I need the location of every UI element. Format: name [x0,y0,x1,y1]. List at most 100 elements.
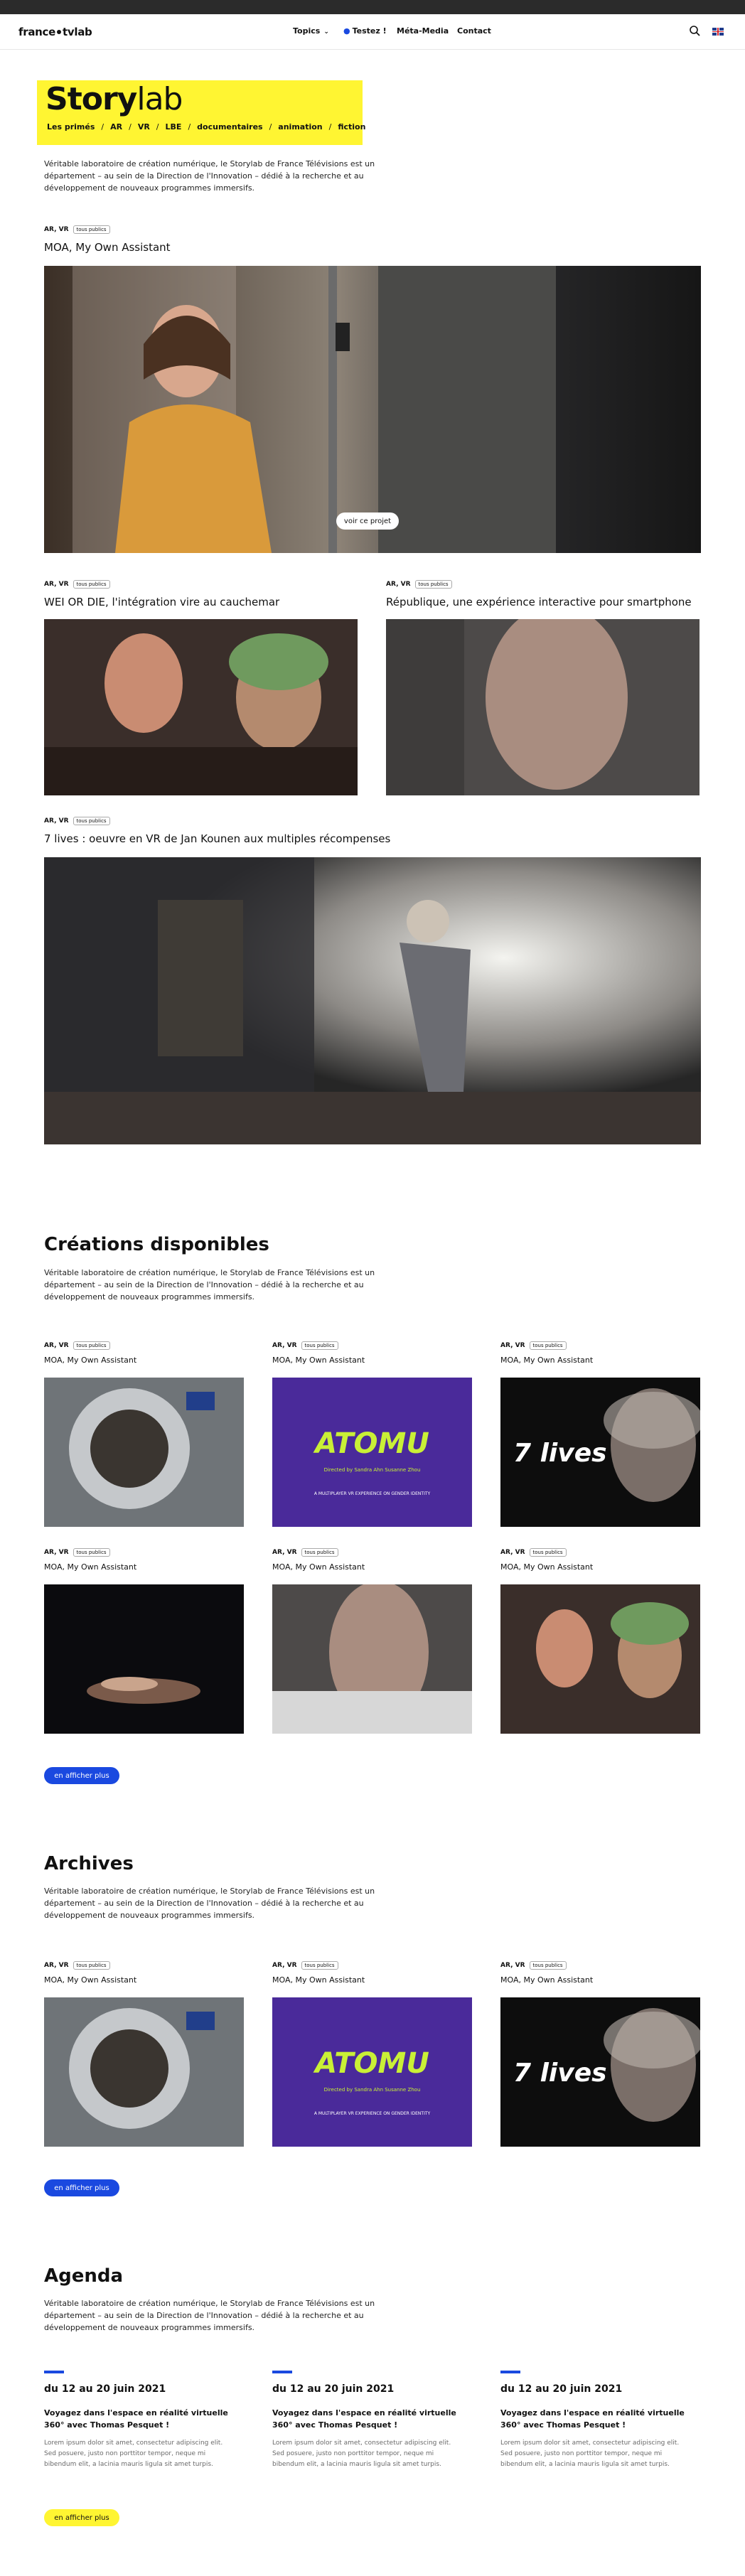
atomu-poster-subtitle: A MULTIPLAYER VR EXPERIENCE ON GENDER ID… [313,1491,431,1496]
project-title[interactable]: 7 lives : oeuvre en VR de Jan Kounen aux… [44,832,390,845]
agenda-accent-bar [44,2371,64,2373]
audience-badge: tous publics [529,1341,567,1350]
project-image-republique[interactable] [386,619,700,795]
nav-meta-label: Méta-Media [397,26,449,36]
project-title[interactable]: MOA, My Own Assistant [272,1562,365,1572]
logo[interactable]: france tvlab [18,26,92,38]
project-title[interactable]: MOA, My Own Assistant [500,1562,593,1572]
project-image-dark-figure[interactable] [44,1584,244,1734]
project-title[interactable]: MOA, My Own Assistant [272,1975,365,1985]
pin-icon: ● [343,26,350,36]
project-title[interactable]: MOA, My Own Assistant [44,1356,136,1365]
seven-lives-poster-title: 7 lives [513,2059,607,2088]
search-icon[interactable] [688,24,702,38]
chevron-down-icon: ⌄ [323,28,329,36]
category-link[interactable]: animation [278,122,322,132]
project-tags: AR, VR tous publics [44,817,110,825]
atomu-poster-title: ATOMU [315,2047,429,2080]
show-more-creations-button[interactable]: en afficher plus [44,1767,119,1784]
project-image-7-lives-poster[interactable]: 7 lives [500,1378,700,1527]
project-image-wei-or-die[interactable] [44,619,358,795]
project-tags: AR, VR tous publics [44,580,110,589]
project-tags: AR, VR tous publics [386,580,452,589]
creations-description: Véritable laboratoire de création numéri… [44,1268,375,1302]
project-title[interactable]: MOA, My Own Assistant [44,1562,136,1572]
project-title[interactable]: MOA, My Own Assistant [44,1975,136,1985]
project-image-7-lives-poster[interactable]: 7 lives [500,1997,700,2147]
project-title[interactable]: MOA, My Own Assistant [500,1975,593,1985]
agenda-event-title[interactable]: Voyagez dans l'espace en réalité virtuel… [272,2407,464,2431]
audience-badge: tous publics [73,1961,110,1970]
audience-badge: tous publics [301,1548,338,1557]
audience-badge: tous publics [301,1961,338,1970]
project-tags: AR, VR tous publics [44,225,110,234]
project-image-republique-small[interactable] [272,1584,472,1734]
agenda-event-title[interactable]: Voyagez dans l'espace en réalité virtuel… [500,2407,692,2431]
project-image-7-lives[interactable] [44,857,701,1144]
project-title[interactable]: République, une expérience interactive p… [386,596,692,608]
nav-contact-label: Contact [457,26,491,36]
agenda-event-text: Lorem ipsum dolor sit amet, consectetur … [272,2440,451,2468]
agenda-event-text: Lorem ipsum dolor sit amet, consectetur … [44,2440,223,2468]
nav-topics[interactable]: Topics ⌄ [293,26,329,36]
project-title[interactable]: MOA, My Own Assistant [500,1356,593,1365]
audience-badge: tous publics [73,1341,110,1350]
agenda-accent-bar [272,2371,292,2373]
nav-testez[interactable]: ● Testez ! [343,26,387,36]
project-image-astronaut[interactable] [44,1378,244,1527]
atomu-poster-subtitle: A MULTIPLAYER VR EXPERIENCE ON GENDER ID… [313,2111,431,2116]
category-link[interactable]: VR [138,122,150,132]
project-image-atomu[interactable]: ATOMU Directed by Sandra Ahn Susanne Zho… [272,1378,472,1527]
category-link[interactable]: AR [110,122,122,132]
project-image-wei-or-die-small[interactable] [500,1584,700,1734]
audience-badge: tous publics [301,1341,338,1350]
atomu-poster-credit: Directed by Sandra Ahn Susanne Zhou [323,2087,421,2093]
project-title[interactable]: MOA, My Own Assistant [272,1356,365,1365]
nav-topics-label: Topics [293,26,321,36]
seven-lives-poster-title: 7 lives [513,1439,607,1468]
audience-badge: tous publics [73,225,110,234]
project-title[interactable]: WEI OR DIE, l'intégration vire au cauche… [44,596,279,608]
category-link[interactable]: documentaires [197,122,262,132]
logo-right: tvlab [63,26,92,38]
audience-badge: tous publics [73,580,110,589]
project-image-atomu[interactable]: ATOMU Directed by Sandra Ahn Susanne Zho… [272,1997,472,2147]
show-more-agenda-button[interactable]: en afficher plus [44,2509,119,2526]
project-tags: AR, VR tous publics [44,1341,110,1350]
project-tags: AR, VR tous publics [272,1548,338,1557]
category-link[interactable]: fiction [338,122,365,132]
project-tags: AR, VR tous publics [500,1548,567,1557]
nav-contact[interactable]: Contact [457,26,491,36]
project-image-moa[interactable]: voir ce projet [44,266,701,553]
project-tags: AR, VR tous publics [272,1961,338,1970]
category-link[interactable]: LBE [166,122,182,132]
hero-category-links: Les primés / AR / VR / LBE / documentaires / anima… [47,122,366,132]
agenda-event-title[interactable]: Voyagez dans l'espace en réalité virtuel… [44,2407,236,2431]
agenda-description: Véritable laboratoire de création numéri… [44,2299,375,2332]
project-tags: AR, VR tous publics [44,1961,110,1970]
audience-badge: tous publics [529,1961,567,1970]
uk-flag-icon[interactable] [712,28,724,36]
nav-testez-label: Testez ! [352,26,387,36]
project-image-astronaut[interactable] [44,1997,244,2147]
site-header: france tvlab Topics ⌄ ● Testez ! Méta-Media… [0,14,745,50]
category-link[interactable]: Les primés [47,122,95,132]
agenda-date: du 12 au 20 juin 2021 [44,2383,166,2395]
project-tags: AR, VR tous publics [44,1548,110,1557]
section-title-archives: Archives [44,1853,134,1874]
audience-badge: tous publics [73,817,110,825]
project-tags: AR, VR tous publics [272,1341,338,1350]
project-tags: AR, VR tous publics [500,1341,567,1350]
project-title[interactable]: MOA, My Own Assistant [44,241,171,254]
agenda-date: du 12 au 20 juin 2021 [272,2383,395,2395]
nav-meta-media[interactable]: Méta-Media [397,26,449,36]
show-more-archives-button[interactable]: en afficher plus [44,2179,119,2196]
atomu-poster-title: ATOMU [315,1427,429,1460]
view-project-button[interactable]: voir ce projet [336,512,399,530]
top-strip [0,0,745,14]
agenda-date: du 12 au 20 juin 2021 [500,2383,623,2395]
section-title-creations: Créations disponibles [44,1234,269,1255]
audience-badge: tous publics [73,1548,110,1557]
archives-description: Véritable laboratoire de création numéri… [44,1887,375,1920]
project-tags: AR, VR tous publics [500,1961,567,1970]
